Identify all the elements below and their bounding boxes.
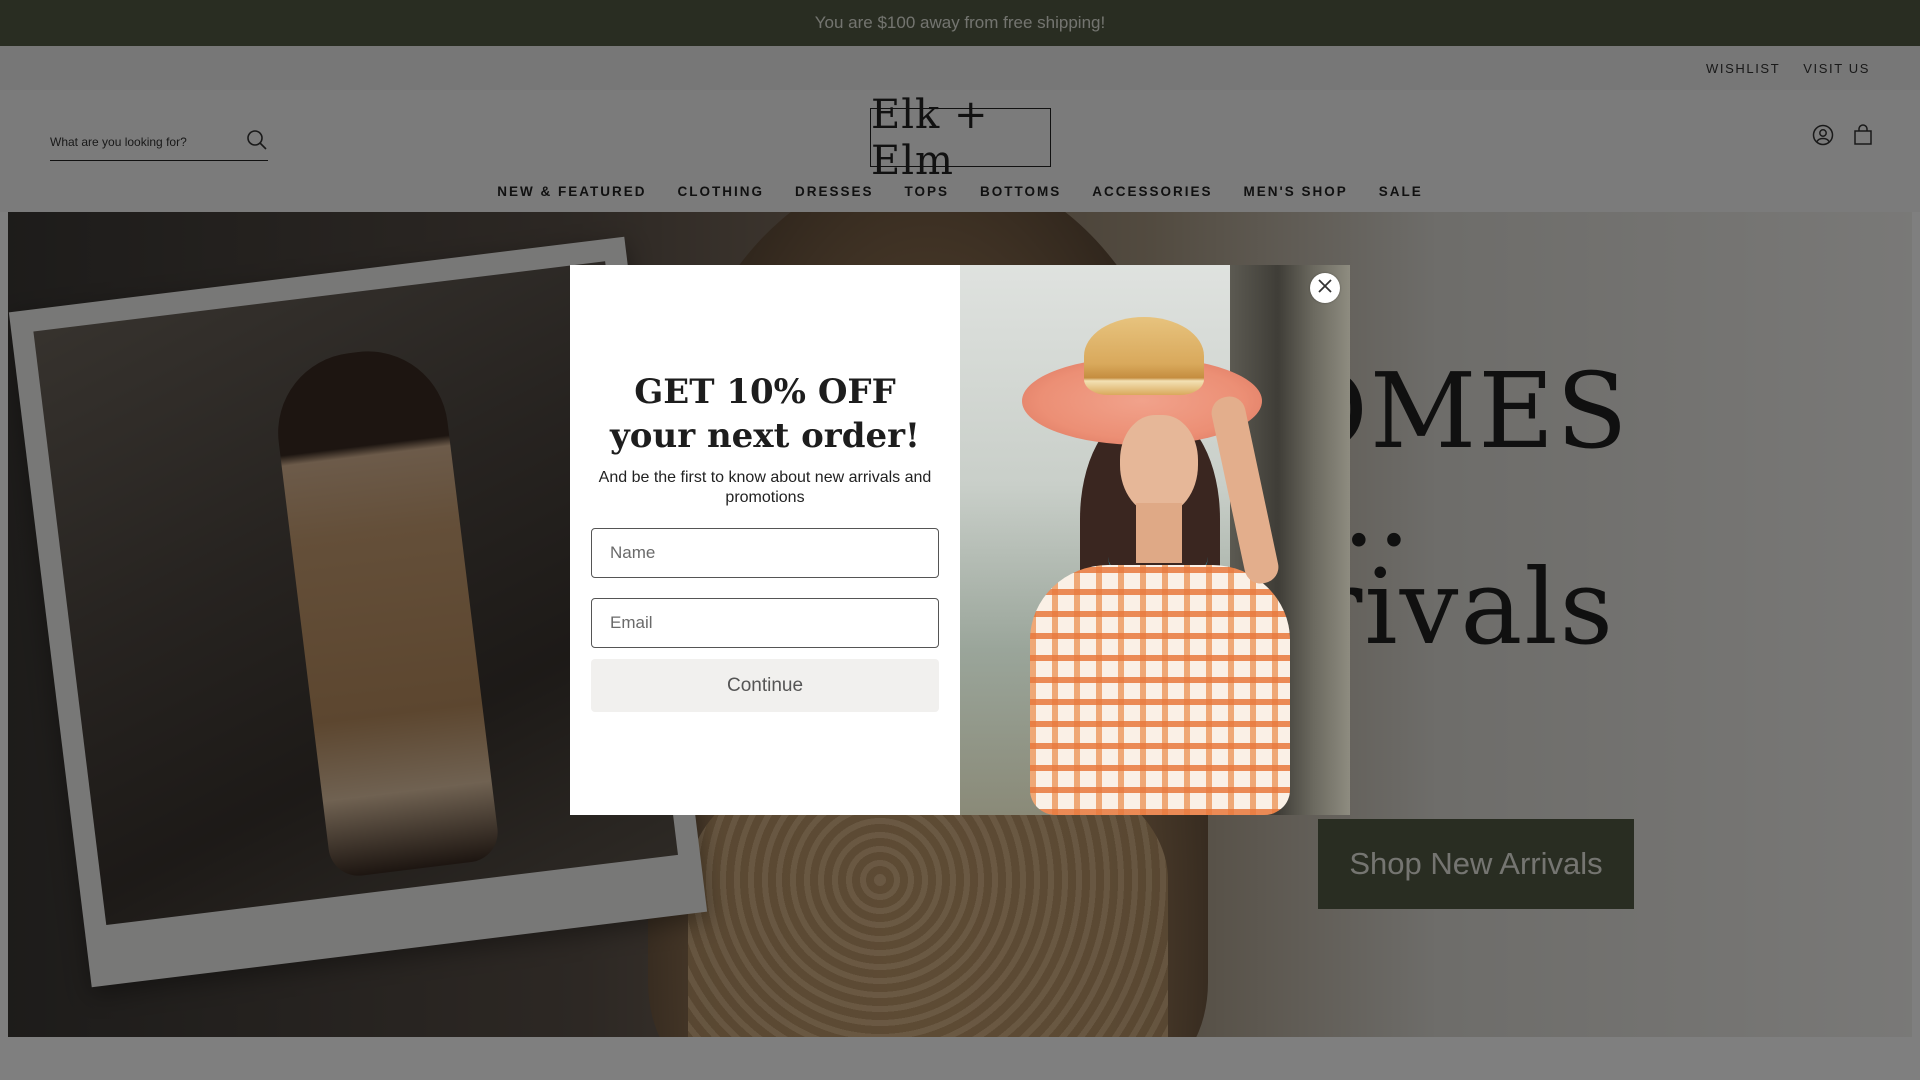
- name-input[interactable]: [608, 542, 922, 564]
- modal-promo-image: [960, 265, 1350, 815]
- close-icon: [1317, 278, 1333, 299]
- email-input[interactable]: [608, 612, 922, 634]
- modal-close-button[interactable]: [1310, 273, 1340, 303]
- modal-subtitle: And be the first to know about new arriv…: [598, 469, 932, 506]
- signup-modal: GET 10% OFF your next order! And be the …: [570, 265, 1350, 815]
- signup-form: GET 10% OFF your next order! And be the …: [570, 265, 960, 815]
- name-field: [591, 528, 939, 578]
- email-field: [591, 598, 939, 648]
- modal-title: GET 10% OFF your next order!: [610, 372, 920, 456]
- continue-button[interactable]: Continue: [591, 659, 939, 712]
